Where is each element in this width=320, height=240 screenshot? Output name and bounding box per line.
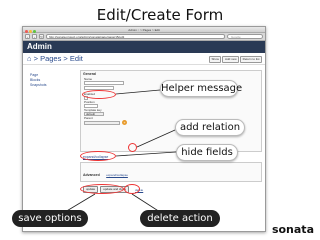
- forward-icon[interactable]: ›: [32, 34, 37, 39]
- minimize-icon[interactable]: [29, 29, 32, 33]
- window-titlebar: Admin :: > Pages > Edit: [23, 27, 265, 33]
- maximize-icon[interactable]: [33, 29, 36, 33]
- position-label: Position: [84, 100, 95, 104]
- delete-ring: [124, 184, 140, 194]
- return-to-list-button[interactable]: Return to list: [240, 56, 262, 63]
- advanced-fieldset: Advanced expand/collapse: [80, 162, 262, 182]
- delete-action-callout: delete action: [140, 210, 220, 227]
- admin-brand[interactable]: Admin: [23, 41, 265, 53]
- add-relation-ring: [128, 143, 137, 152]
- add-new-button[interactable]: Add new: [222, 56, 240, 63]
- parent-select[interactable]: [84, 120, 120, 125]
- window-title: Admin :: > Pages > Edit: [128, 28, 160, 32]
- sidebar-item-snapshots[interactable]: Snapshots: [30, 83, 47, 88]
- add-relation-button[interactable]: +: [122, 120, 127, 125]
- add-relation-callout: add relation: [175, 119, 245, 136]
- window-controls[interactable]: [25, 29, 37, 35]
- hide-fields-ring: [80, 151, 116, 161]
- slide-title: Edit/Create Form: [96, 6, 224, 24]
- advanced-expand-link[interactable]: expand/collapse: [106, 173, 128, 177]
- save-options-callout: save options: [12, 210, 88, 227]
- browser-toolbar: ‹ › ↻ http://sonata.project.org/admin/so…: [23, 33, 265, 41]
- sonata-logo: sonata: [271, 223, 314, 236]
- breadcrumb[interactable]: ⌂ > Pages > Edit: [27, 54, 83, 63]
- url-bar[interactable]: http://sonata.project.org/admin/sonata/p…: [46, 34, 225, 39]
- template-label: Template key: [84, 108, 102, 112]
- hide-fields-callout: hide fields: [176, 144, 238, 161]
- breadcrumb-row: ⌂ > Pages > Edit Show Add new Return to …: [23, 53, 265, 65]
- action-buttons: Show Add new Return to list: [208, 56, 262, 63]
- helper-callout: Helper message: [160, 80, 242, 97]
- search-input[interactable]: Google: [227, 34, 263, 39]
- close-icon[interactable]: [25, 29, 28, 33]
- helper-ring: [82, 90, 116, 99]
- save-options-ring: [80, 184, 124, 194]
- show-button[interactable]: Show: [208, 56, 222, 63]
- back-icon[interactable]: ‹: [25, 34, 30, 39]
- reload-icon[interactable]: ↻: [39, 34, 44, 39]
- name-field[interactable]: [84, 81, 124, 85]
- advanced-legend: Advanced: [83, 173, 100, 177]
- sidebar: Page Blocks Snapshots: [30, 73, 47, 88]
